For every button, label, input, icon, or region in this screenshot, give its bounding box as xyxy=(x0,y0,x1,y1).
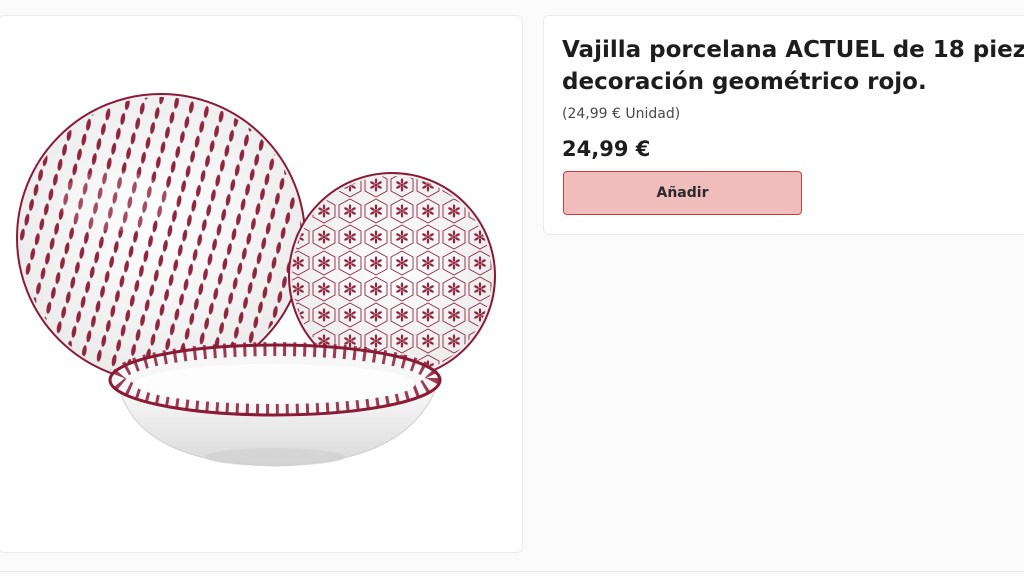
divider xyxy=(0,571,1024,572)
add-to-cart-button[interactable]: Añadir xyxy=(563,171,802,215)
unit-price: (24,99 € Unidad) xyxy=(562,106,681,122)
product-image[interactable] xyxy=(0,16,523,553)
soup-bowl xyxy=(108,342,442,467)
price: 24,99 € xyxy=(562,137,651,161)
product-page: Vajilla porcelana ACTUEL de 18 piezas, d… xyxy=(0,0,1024,576)
product-info-card: Vajilla porcelana ACTUEL de 18 piezas, d… xyxy=(543,15,1024,235)
product-title: Vajilla porcelana ACTUEL de 18 piezas, d… xyxy=(562,37,1024,95)
product-image-card xyxy=(0,15,523,553)
dinner-plate xyxy=(16,93,306,383)
